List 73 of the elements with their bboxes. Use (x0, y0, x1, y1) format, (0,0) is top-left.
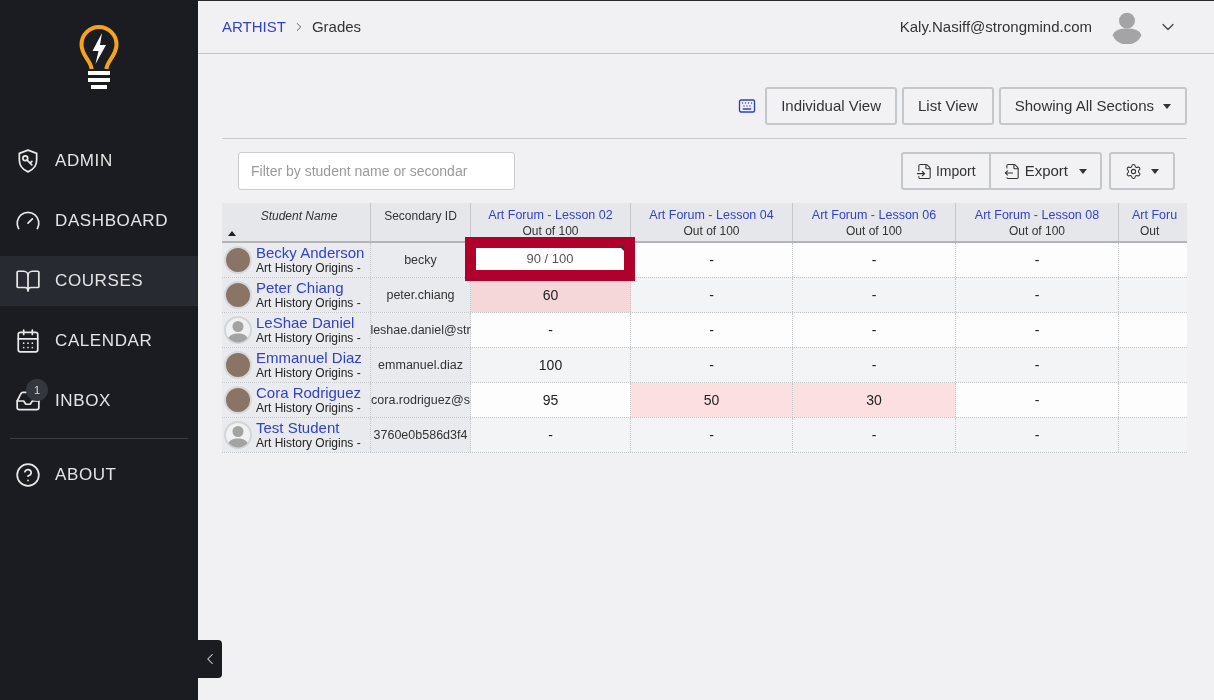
student-name-link[interactable]: Becky Anderson (256, 244, 365, 261)
assignment-header-link[interactable]: Art Forum - Lesson 02 (488, 207, 613, 223)
calendar-icon (15, 328, 41, 354)
column-header-label: Student Name (259, 208, 339, 225)
toolbar-button[interactable]: Showing All Sections (998, 87, 1187, 125)
import-button[interactable]: Import (902, 154, 989, 188)
sidebar-nav-item[interactable]: CALENDAR (0, 316, 198, 366)
student-filter-field[interactable]: Filter by student name or secondar (238, 152, 515, 190)
breadcrumb-current: Grades (311, 16, 362, 37)
caret-down-icon (1079, 168, 1087, 174)
lightbulb-logo-icon (79, 25, 119, 91)
caret-down-icon (1163, 103, 1171, 109)
sidebar-nav-item[interactable]: DASHBOARD (0, 196, 198, 246)
assignment-points-label: Out of 100 (683, 223, 740, 239)
grade-cell[interactable]: - (631, 313, 793, 347)
keyboard-icon[interactable] (738, 97, 757, 115)
grade-cell[interactable]: - (956, 383, 1119, 417)
assignment-header-link[interactable]: Art Forum - Lesson 06 (811, 207, 937, 223)
export-button[interactable]: Export (988, 154, 1100, 188)
grade-cell[interactable]: - (956, 243, 1119, 277)
sort-ascending-icon[interactable] (228, 231, 236, 236)
assignment-header-link[interactable]: Art Foru (1132, 207, 1178, 223)
course-name: Art History Origins - (256, 260, 362, 276)
file-export-icon (1003, 162, 1021, 180)
corner-marker-icon (619, 246, 624, 251)
student-name-link[interactable]: Test Student (256, 419, 361, 436)
grade-cell[interactable]: - (471, 313, 631, 347)
sidebar-nav-item[interactable]: ABOUT (0, 450, 198, 500)
course-name: Art History Origins - (256, 435, 361, 451)
column-header[interactable]: Student Name (222, 203, 371, 241)
secondary-id-cell: 3760e0b586d3f4 (371, 418, 471, 452)
course-name: Art History Origins - (256, 330, 361, 346)
assignment-header-link[interactable]: Art Forum - Lesson 08 (974, 207, 1100, 223)
breadcrumb-link[interactable]: ARTHIST (222, 15, 286, 39)
grade-cell[interactable]: 95 (471, 383, 631, 417)
toolbar-button[interactable]: List View (902, 87, 994, 125)
grade-input-field[interactable]: 90 / 100 (465, 237, 635, 281)
user-avatar-icon (1110, 10, 1144, 44)
settings-icon (1125, 162, 1142, 180)
secondary-id-cell: peter.chiang (371, 278, 471, 312)
grade-cell[interactable]: - (956, 313, 1119, 347)
secondary-id-cell: emmanuel.diaz (371, 348, 471, 382)
course-name: Art History Origins - (256, 295, 361, 311)
student-name-link[interactable]: Peter Chiang (256, 279, 361, 296)
inbox-tray-icon (15, 388, 41, 414)
collapse-sidebar-button[interactable] (198, 640, 222, 678)
user-email: Kaly.Nasiff@strongmind.com (899, 16, 1092, 37)
secondary-id-cell: leshae.daniel@str (371, 313, 471, 347)
assignment-points-label: Out of 100 (1008, 223, 1065, 239)
sidebar-nav-item[interactable]: ADMIN (0, 136, 198, 186)
sidebar-nav-item[interactable]: COURSES (0, 256, 198, 306)
assignment-points-label: Out of 100 (845, 223, 902, 239)
settings-button[interactable] (1109, 152, 1175, 190)
assignment-header-link[interactable]: Art Forum - Lesson 04 (649, 207, 774, 223)
grade-cell[interactable]: - (793, 313, 956, 347)
student-name-link[interactable]: Cora Rodriguez (256, 384, 362, 401)
grade-cell[interactable]: 50 (631, 383, 793, 417)
assignment-points-label: Out (1139, 223, 1160, 239)
caret-down-icon (1151, 168, 1159, 174)
help-icon (15, 462, 41, 488)
course-name: Art History Origins - (256, 400, 362, 416)
student-name-link[interactable]: LeShae Daniel (256, 314, 361, 331)
file-import-icon (915, 162, 933, 180)
grade-cell[interactable]: 30 (793, 383, 956, 417)
course-name: Art History Origins - (256, 365, 362, 381)
toolbar-button[interactable]: Individual View (765, 87, 897, 125)
shield-key-icon (15, 148, 41, 174)
student-name-link[interactable]: Emmanuel Diaz (256, 349, 362, 366)
notification-badge: 1 (26, 379, 48, 401)
secondary-id-cell: cora.rodriguez@s (371, 383, 471, 417)
grade-cell[interactable]: - (793, 243, 956, 277)
assignment-points-label: Out of 100 (522, 223, 579, 239)
open-book-icon (15, 268, 41, 294)
